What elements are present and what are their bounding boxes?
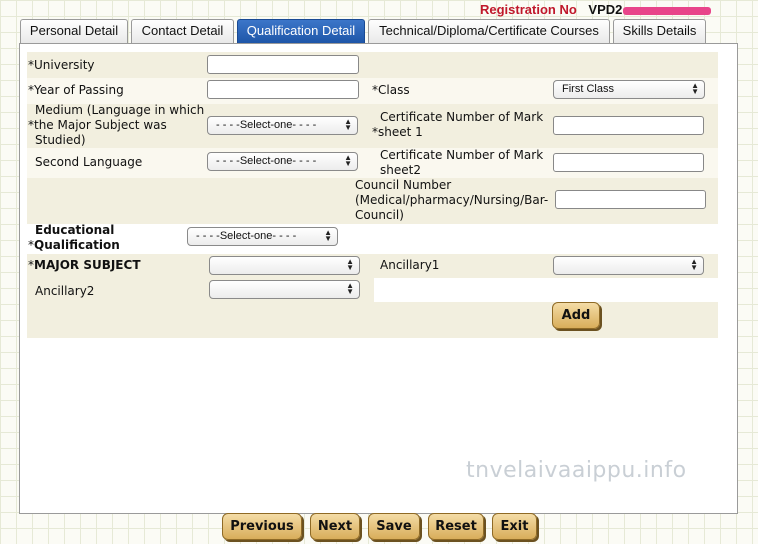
- medium-select[interactable]: - - - -Select-one- - - - ▲ ▼: [207, 116, 358, 135]
- row-educational-qualification: [27, 224, 718, 254]
- select-arrows-icon: ▲ ▼: [346, 281, 354, 296]
- medium-label-line1: Medium (Language in which: [35, 103, 205, 117]
- registration-header: Registration No VPD2: [480, 2, 712, 17]
- exit-button[interactable]: Exit: [492, 513, 537, 540]
- select-arrows-icon: ▲ ▼: [324, 228, 332, 243]
- second-language-select[interactable]: - - - -Select-one- - - - ▲ ▼: [207, 152, 358, 171]
- select-arrows-icon: ▲ ▼: [346, 257, 354, 272]
- medium-label-line3: Studied): [35, 133, 86, 147]
- educational-qualification-label-line1: Educational: [35, 223, 115, 237]
- qualification-form-panel: *University *Year of Passing *Class Firs…: [19, 43, 738, 514]
- educational-qualification-select-value: - - - -Select-one- - - -: [196, 230, 297, 242]
- council-label-line1: Council Number: [355, 178, 452, 192]
- next-button[interactable]: Next: [310, 513, 360, 540]
- previous-button[interactable]: Previous: [222, 513, 302, 540]
- cert1-label-line2: *sheet 1: [372, 125, 423, 139]
- registration-label: Registration No: [480, 2, 577, 17]
- major-subject-label: *MAJOR SUBJECT: [28, 258, 141, 272]
- council-label-line2: (Medical/pharmacy/Nursing/Bar-: [355, 193, 549, 207]
- class-label: *Class: [372, 83, 410, 97]
- year-of-passing-label: *Year of Passing: [28, 83, 124, 97]
- registration-redaction: [623, 6, 712, 15]
- select-arrows-icon: ▲ ▼: [690, 257, 698, 272]
- save-button[interactable]: Save: [368, 513, 420, 540]
- tab-technical-courses[interactable]: Technical/Diploma/Certificate Courses: [368, 19, 610, 43]
- major-subject-select[interactable]: ▲ ▼: [209, 256, 360, 275]
- select-arrows-icon: ▲ ▼: [344, 117, 352, 132]
- ancillary1-select[interactable]: ▲ ▼: [553, 256, 704, 275]
- row-university: [27, 52, 718, 78]
- medium-label-line2: *the Major Subject was: [28, 118, 167, 132]
- select-arrows-icon: ▲ ▼: [344, 153, 352, 168]
- select-arrows-icon: ▲ ▼: [691, 81, 699, 96]
- watermark-text: tnvelaivaaippu.info: [466, 458, 687, 483]
- cert1-label-line1: Certificate Number of Mark: [380, 110, 544, 124]
- medium-select-value: - - - -Select-one- - - -: [216, 119, 317, 131]
- class-select[interactable]: First Class ▲ ▼: [553, 80, 705, 99]
- council-label-line3: Council): [355, 208, 404, 222]
- class-select-value: First Class: [562, 83, 614, 95]
- educational-qualification-label-line2: *Qualification: [28, 238, 120, 252]
- second-language-label: Second Language: [35, 155, 143, 169]
- empty-cell: [374, 278, 718, 302]
- university-label: *University: [28, 58, 95, 72]
- council-number-input[interactable]: [555, 190, 706, 209]
- cert1-input[interactable]: [553, 116, 704, 135]
- tab-qualification-detail[interactable]: Qualification Detail: [237, 19, 365, 43]
- add-button[interactable]: Add: [552, 302, 600, 329]
- ancillary2-select[interactable]: ▲ ▼: [209, 280, 360, 299]
- cert2-label-line2: sheet2: [380, 163, 421, 177]
- ancillary1-label: Ancillary1: [380, 258, 440, 272]
- registration-value: VPD2: [588, 2, 623, 17]
- second-language-select-value: - - - -Select-one- - - -: [216, 155, 317, 167]
- tab-skills-details[interactable]: Skills Details: [613, 19, 706, 43]
- educational-qualification-select[interactable]: - - - -Select-one- - - - ▲ ▼: [187, 227, 338, 246]
- university-input[interactable]: [207, 55, 359, 74]
- ancillary2-label: Ancillary2: [35, 284, 95, 298]
- reset-button[interactable]: Reset: [428, 513, 484, 540]
- tab-personal-detail[interactable]: Personal Detail: [20, 19, 128, 43]
- year-of-passing-input[interactable]: [207, 80, 359, 99]
- tab-contact-detail[interactable]: Contact Detail: [131, 19, 234, 43]
- cert2-label-line1: Certificate Number of Mark: [380, 148, 544, 162]
- cert2-input[interactable]: [553, 153, 704, 172]
